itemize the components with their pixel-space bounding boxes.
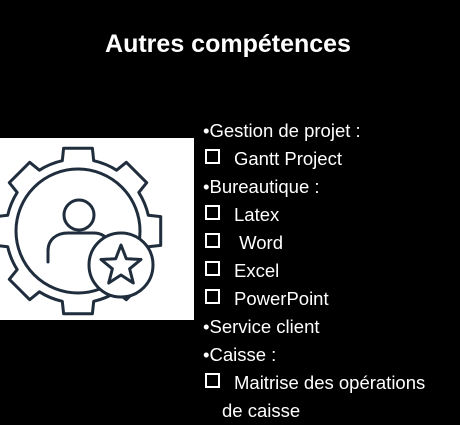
item-label: Maitrise des opérations	[234, 372, 426, 393]
item-label: Gantt Project	[234, 148, 342, 169]
slide-title: Autres compétences	[105, 30, 351, 58]
item-label: •Service client	[203, 316, 320, 337]
item-label: •Caisse :	[203, 344, 277, 365]
icon-panel	[0, 138, 194, 320]
skills-list: •Gestion de projet : Gantt Project •Bureau…	[203, 117, 460, 425]
checkbox-item: Word	[203, 229, 460, 257]
item-label: de caisse	[222, 400, 301, 421]
bullet-item: •Service client	[203, 313, 460, 341]
list-item-continuation: de caisse	[203, 397, 460, 425]
bullet-item: •Caisse :	[203, 341, 460, 369]
gear-person-star-icon	[0, 146, 163, 316]
checkbox-icon	[205, 205, 220, 220]
item-label: Latex	[234, 204, 280, 225]
checkbox-icon	[205, 289, 220, 304]
item-label: Word	[234, 232, 284, 253]
checkbox-item: Excel	[203, 257, 460, 285]
item-label: PowerPoint	[234, 288, 329, 309]
bullet-item: •Gestion de projet :	[203, 117, 460, 145]
checkbox-item: PowerPoint	[203, 285, 460, 313]
checkbox-icon	[205, 149, 220, 164]
checkbox-icon	[205, 373, 220, 388]
item-label: •Gestion de projet :	[203, 120, 361, 141]
checkbox-item: Maitrise des opérations	[203, 369, 460, 397]
checkbox-item: Gantt Project	[203, 145, 460, 173]
item-label: •Bureautique :	[203, 176, 320, 197]
item-label: Excel	[234, 260, 280, 281]
checkbox-icon	[205, 261, 220, 276]
checkbox-icon	[205, 233, 220, 248]
bullet-item: •Bureautique :	[203, 173, 460, 201]
checkbox-item: Latex	[203, 201, 460, 229]
